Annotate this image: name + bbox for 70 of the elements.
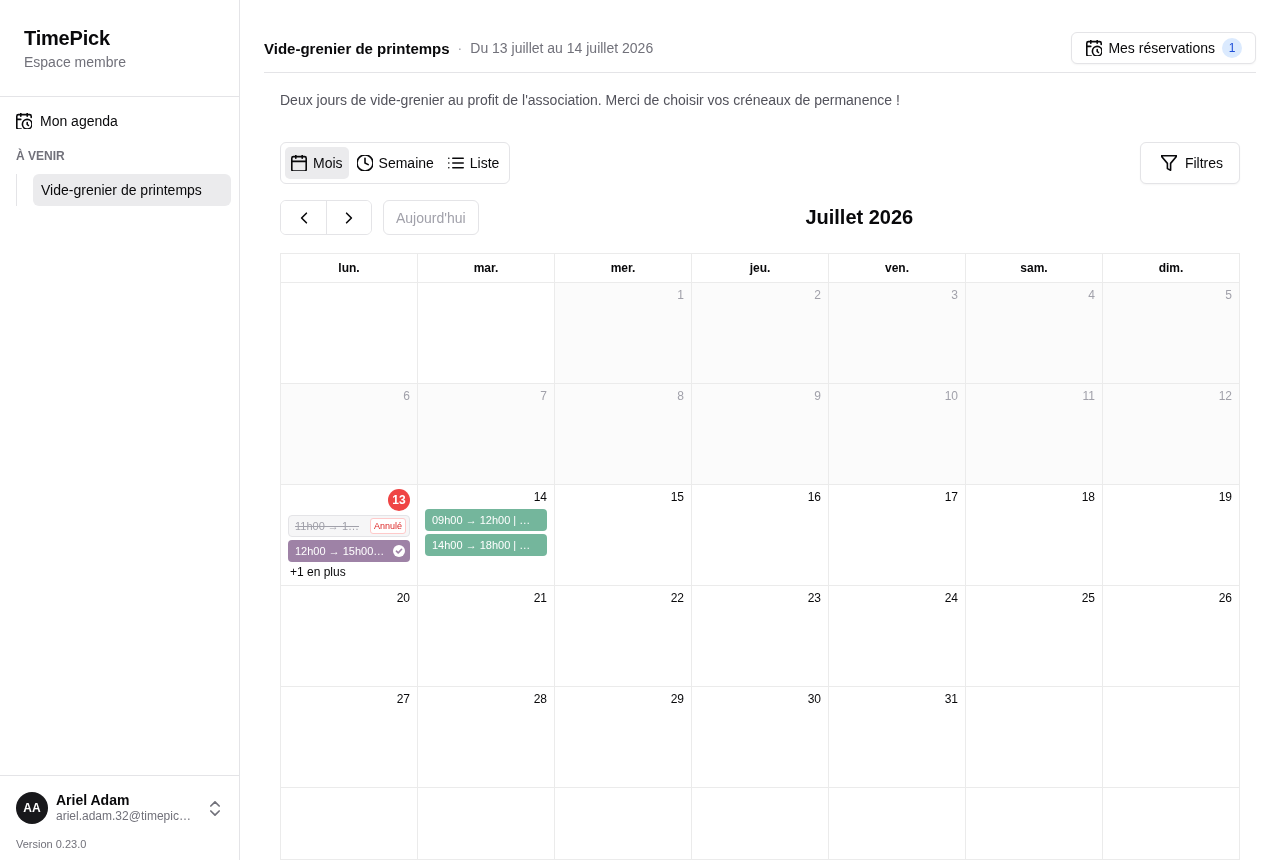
sidebar-item[interactable]: Vide-grenier de printemps (33, 174, 231, 206)
day-number: 27 (396, 691, 410, 707)
day-number: 30 (807, 691, 821, 707)
weekday-header: mar. (473, 261, 499, 275)
user-name: Ariel Adam (56, 792, 130, 809)
day-number: 19 (1218, 489, 1232, 505)
day-number: 12 (1218, 388, 1232, 404)
month-title: Juillet 2026 (805, 206, 914, 229)
day-number: 11 (1082, 388, 1095, 404)
day-number: 9 (814, 388, 821, 404)
app-version: Version 0.23.0 (16, 837, 87, 851)
next-button[interactable] (326, 201, 371, 234)
more-events-link[interactable]: +1 en plus (290, 565, 346, 579)
clock-icon (356, 155, 373, 171)
day-number: 28 (533, 691, 547, 707)
day-number: 25 (1081, 590, 1095, 606)
day-number: 23 (807, 590, 821, 606)
day-number: 31 (944, 691, 958, 707)
view-tab[interactable]: Semaine (350, 147, 440, 179)
day-number: 15 (670, 489, 684, 505)
event-description: Deux jours de vide-grenier au profit de l'association. Merci de choisir vos créneaux de permanence ! (280, 91, 900, 110)
day-number: 2 (814, 287, 821, 303)
day-number: 6 (403, 388, 410, 404)
day-number: 16 (807, 489, 821, 505)
calendar-clock-icon (16, 113, 32, 129)
day-number: 1 (677, 287, 684, 303)
separator-dot: · (457, 40, 463, 56)
weekday-header: lun. (338, 261, 360, 275)
app-subtitle: Espace membre (24, 53, 126, 72)
chevrons-up-down-icon[interactable] (209, 800, 221, 816)
weekday-header: ven. (885, 261, 909, 275)
day-number: 26 (1218, 590, 1232, 606)
day-number: 3 (951, 287, 958, 303)
view-tab[interactable]: Mois (285, 147, 349, 179)
app-title: TimePick (24, 26, 110, 50)
reservations-button[interactable]: Mes réservations 1 (1071, 32, 1256, 64)
event-dates: Du 13 juillet au 14 juillet 2026 (470, 40, 654, 56)
day-number: 21 (533, 590, 547, 606)
weekday-header: jeu. (749, 261, 771, 275)
calendar-clock-icon (1086, 40, 1103, 56)
section-label: À VENIR (16, 148, 65, 164)
day-number: 14 (533, 489, 547, 505)
day-number: 8 (677, 388, 684, 404)
event-title: Vide-grenier de printemps (264, 39, 450, 57)
weekday-header: mer. (610, 261, 636, 275)
funnel-icon (1160, 155, 1177, 171)
day-number: 4 (1088, 287, 1095, 303)
day-number: 10 (944, 388, 958, 404)
day-number: 20 (396, 590, 410, 606)
day-number: 5 (1225, 287, 1232, 303)
today-day-number: 13 (388, 489, 410, 511)
reservation-count: 1 (1222, 38, 1242, 58)
cancelled-tag: Annulé (369, 518, 406, 534)
user-email: ariel.adam.32@timepic… (56, 809, 191, 824)
cancelled-event-chip[interactable]: 11h00 → 1… Annulé (288, 515, 410, 537)
day-number: 18 (1081, 489, 1095, 505)
calendar-icon (291, 155, 307, 171)
sidebar-item[interactable]: Mon agenda (8, 105, 231, 137)
weekday-header: sam. (1020, 261, 1048, 275)
view-tab[interactable]: Liste (441, 147, 506, 179)
day-number: 7 (540, 388, 547, 404)
weekday-header: dim. (1158, 261, 1184, 275)
list-icon (447, 155, 464, 171)
day-number: 29 (670, 691, 684, 707)
filters-button[interactable]: Filtres (1139, 142, 1240, 184)
day-number: 24 (944, 590, 958, 606)
check-circle-icon (393, 545, 405, 557)
day-number: 17 (944, 489, 958, 505)
user-avatar: AA (16, 792, 48, 824)
day-number: 22 (670, 590, 684, 606)
